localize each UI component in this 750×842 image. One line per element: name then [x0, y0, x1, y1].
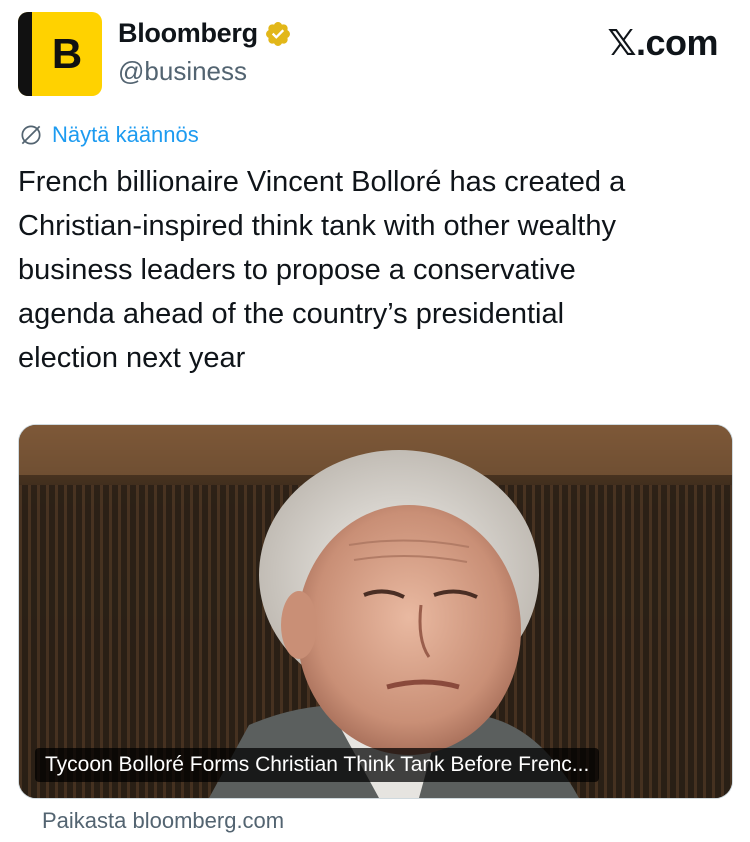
name-row: Bloomberg — [118, 18, 292, 49]
display-name[interactable]: Bloomberg — [118, 18, 258, 49]
verified-badge-icon — [264, 20, 292, 48]
globe-slash-icon — [21, 125, 41, 145]
tweet-text: French billionaire Vincent Bolloré has c… — [18, 166, 626, 374]
x-logo: 𝕏.com — [607, 22, 718, 63]
handle[interactable]: @business — [118, 56, 247, 87]
avatar-bar — [18, 12, 32, 96]
avatar[interactable]: B — [18, 12, 102, 96]
avatar-letter: B — [51, 30, 83, 77]
portrait-image — [19, 425, 732, 798]
card-title[interactable]: Tycoon Bolloré Forms Christian Think Tan… — [35, 748, 600, 782]
translate-button[interactable]: Näytä käännös — [18, 122, 199, 148]
card-source[interactable]: Paikasta bloomberg.com — [42, 808, 284, 834]
link-card-image[interactable]: Tycoon Bolloré Forms Christian Think Tan… — [18, 424, 733, 799]
translate-label: Näytä käännös — [52, 122, 199, 147]
